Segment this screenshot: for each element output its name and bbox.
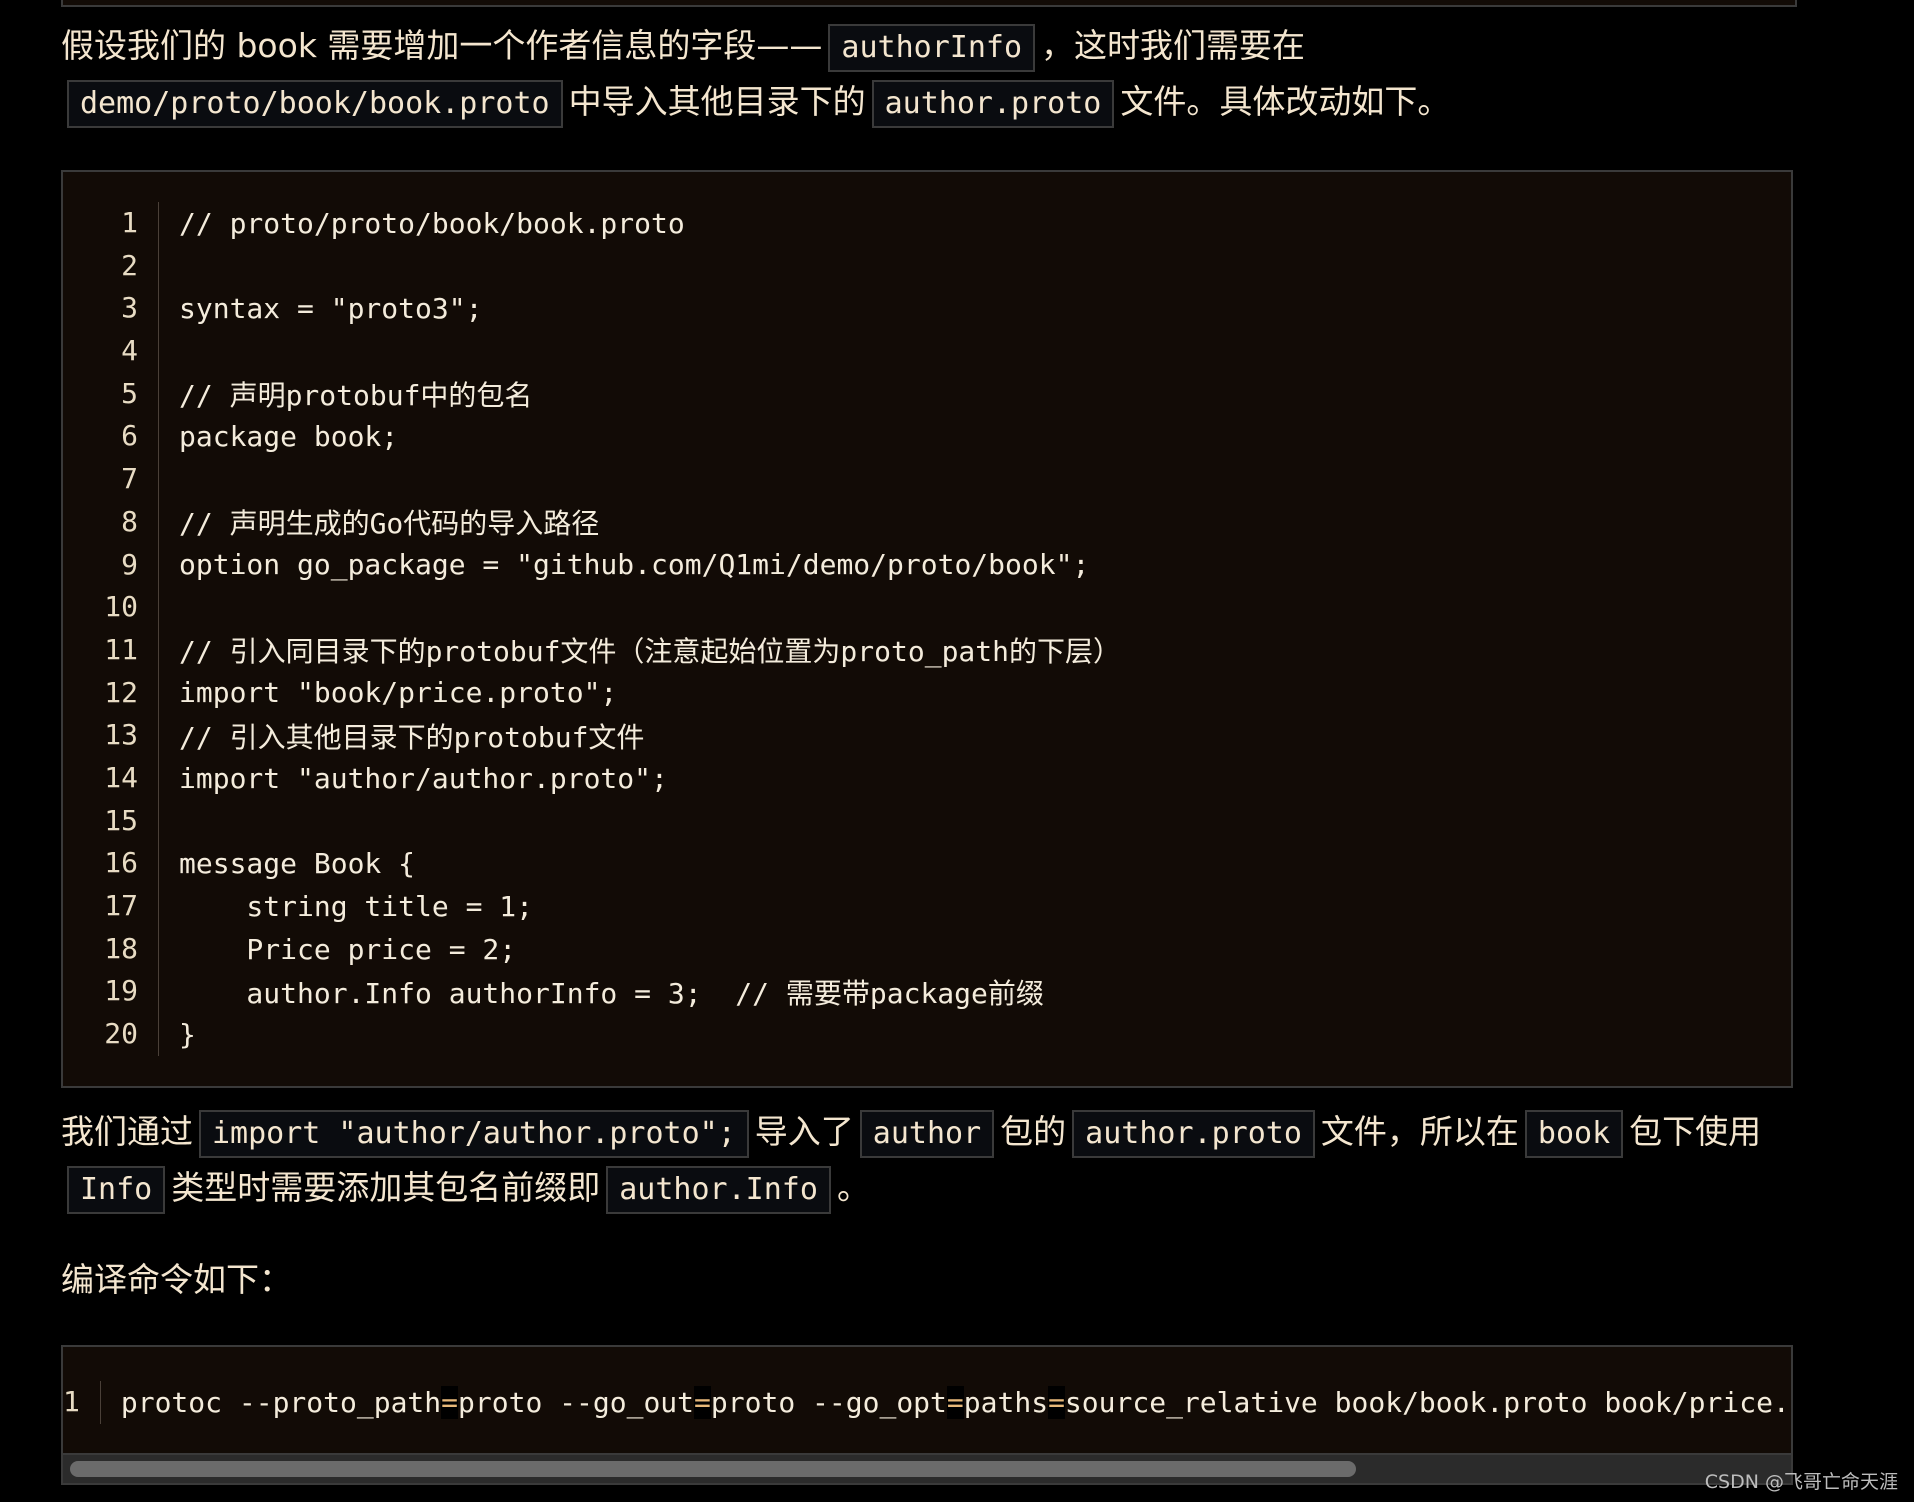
code-line: 13 // 引入其他目录下的protobuf文件 bbox=[63, 714, 1791, 757]
code-text: protoc --proto_path=proto --go_out=proto… bbox=[120, 1385, 1791, 1419]
line-number: 20 bbox=[63, 1013, 159, 1056]
line-number: 1 bbox=[63, 202, 159, 245]
code-line: 12 import "book/price.proto"; bbox=[63, 671, 1791, 715]
paragraph-explanation: 我们通过 import "author/author.proto"; 导入了 auth… bbox=[61, 1104, 1801, 1216]
code-line: 18 Price price = 2; bbox=[63, 927, 1791, 971]
paragraph-intro: 假设我们的 book 需要增加一个作者信息的字段—— authorInfo ，这时我… bbox=[61, 18, 1801, 130]
line-number: 3 bbox=[63, 287, 159, 331]
inline-code: import "author/author.proto"; bbox=[199, 1109, 749, 1158]
code-line: 19 author.Info authorInfo = 3; // 需要带pac… bbox=[63, 970, 1791, 1014]
inline-code: authorInfo bbox=[828, 23, 1036, 72]
text: ，这时我们需要在 bbox=[1041, 26, 1306, 65]
line-number: 16 bbox=[63, 842, 159, 885]
code-line: 17 string title = 1; bbox=[63, 885, 1791, 928]
line-number: 2 bbox=[63, 244, 159, 288]
line-number: 6 bbox=[63, 415, 159, 459]
code-line: 8 // 声明生成的Go代码的导入路径 bbox=[63, 500, 1791, 544]
code-text: // 声明生成的Go代码的导入路径 bbox=[179, 507, 600, 541]
line-number: 4 bbox=[63, 330, 159, 373]
line-number: 17 bbox=[63, 885, 159, 928]
line-number: 18 bbox=[63, 927, 159, 971]
code-text: syntax = "proto3"; bbox=[179, 292, 483, 326]
line-number: 7 bbox=[63, 458, 159, 501]
inline-code: Info bbox=[67, 1165, 166, 1214]
text: 中导入其他目录下的 bbox=[568, 82, 866, 121]
line-number: 14 bbox=[63, 756, 159, 800]
inline-code: author.proto bbox=[871, 79, 1115, 128]
scrollbar-thumb[interactable] bbox=[70, 1461, 1356, 1477]
code-line: 4 bbox=[63, 330, 1791, 373]
code-text: } bbox=[179, 1017, 196, 1051]
code-block-compile-command: 1 protoc --proto_path=proto --go_out=pro… bbox=[61, 1345, 1793, 1455]
paragraph-compile-intro: 编译命令如下： bbox=[61, 1260, 292, 1299]
line-number: 15 bbox=[63, 799, 159, 843]
code-text: // 声明protobuf中的包名 bbox=[179, 379, 533, 413]
code-line: 16 message Book { bbox=[63, 842, 1791, 885]
inline-code: book bbox=[1524, 1109, 1624, 1158]
code-line: 5 // 声明protobuf中的包名 bbox=[63, 372, 1791, 416]
code-line: 1 // proto/proto/book/book.proto bbox=[63, 202, 1791, 245]
watermark: CSDN @飞哥亡命天涯 bbox=[1704, 1471, 1898, 1493]
code-line: 3 syntax = "proto3"; bbox=[63, 287, 1791, 331]
code-line: 7 bbox=[63, 458, 1791, 501]
code-text: import "author/author.proto"; bbox=[179, 761, 668, 795]
text: 假设我们的 book 需要增加一个作者信息的字段—— bbox=[61, 26, 823, 65]
code-line: 11 // 引入同目录下的protobuf文件（注意起始位置为proto_path… bbox=[63, 628, 1791, 672]
code-line: 10 bbox=[63, 586, 1791, 629]
code-text: author.Info authorInfo = 3; // 需要带packag… bbox=[179, 976, 1044, 1010]
text: 包的 bbox=[1000, 1112, 1067, 1151]
code-text: option go_package = "github.com/Q1mi/dem… bbox=[179, 548, 1090, 582]
inline-code: author.proto bbox=[1072, 1109, 1315, 1158]
line-number: 1 bbox=[63, 1381, 101, 1424]
code-text: import "book/price.proto"; bbox=[179, 676, 618, 710]
code-line: 9 option go_package = "github.com/Q1mi/de… bbox=[63, 543, 1791, 587]
code-line: 14 import "author/author.proto"; bbox=[63, 756, 1791, 800]
line-number: 5 bbox=[63, 372, 159, 416]
text: 文件，所以在 bbox=[1320, 1112, 1519, 1151]
line-number: 13 bbox=[63, 714, 159, 757]
code-text: // 引入其他目录下的protobuf文件 bbox=[179, 720, 645, 754]
code-line: 6 package book; bbox=[63, 415, 1791, 459]
inline-code: author.Info bbox=[606, 1165, 831, 1214]
text: 包下使用 bbox=[1629, 1112, 1762, 1151]
line-number: 11 bbox=[63, 628, 159, 672]
line-number: 10 bbox=[63, 586, 159, 629]
code-line: 2 bbox=[63, 244, 1791, 288]
text: 我们通过 bbox=[61, 1112, 193, 1151]
code-text: // proto/proto/book/book.proto bbox=[179, 206, 685, 240]
text: 文件。具体改动如下。 bbox=[1120, 82, 1451, 121]
line-number: 8 bbox=[63, 500, 159, 544]
previous-code-block-edge bbox=[61, 0, 1797, 7]
horizontal-scrollbar[interactable] bbox=[61, 1453, 1793, 1485]
text: 。 bbox=[836, 1168, 870, 1207]
line-number: 9 bbox=[63, 543, 159, 587]
code-text: message Book { bbox=[179, 847, 416, 881]
line-number: 12 bbox=[63, 671, 159, 715]
text: 导入了 bbox=[754, 1112, 854, 1151]
code-line: 20} bbox=[63, 1013, 1791, 1056]
code-text: // 引入同目录下的protobuf文件（注意起始位置为proto_path的下… bbox=[179, 635, 1122, 669]
code-text: Price price = 2; bbox=[179, 932, 517, 966]
inline-code: author bbox=[859, 1109, 995, 1158]
code-block-book-proto: 1 // proto/proto/book/book.proto 2 3 syntax … bbox=[61, 170, 1793, 1088]
code-text: package book; bbox=[179, 420, 399, 454]
code-text: string title = 1; bbox=[179, 889, 534, 923]
code-line: 15 bbox=[63, 799, 1791, 843]
line-number: 19 bbox=[63, 970, 159, 1014]
code-line: 1 protoc --proto_path=proto --go_out=pro… bbox=[63, 1381, 1791, 1424]
text: 类型时需要添加其包名前缀即 bbox=[171, 1168, 601, 1207]
inline-code: demo/proto/book/book.proto bbox=[67, 79, 563, 128]
